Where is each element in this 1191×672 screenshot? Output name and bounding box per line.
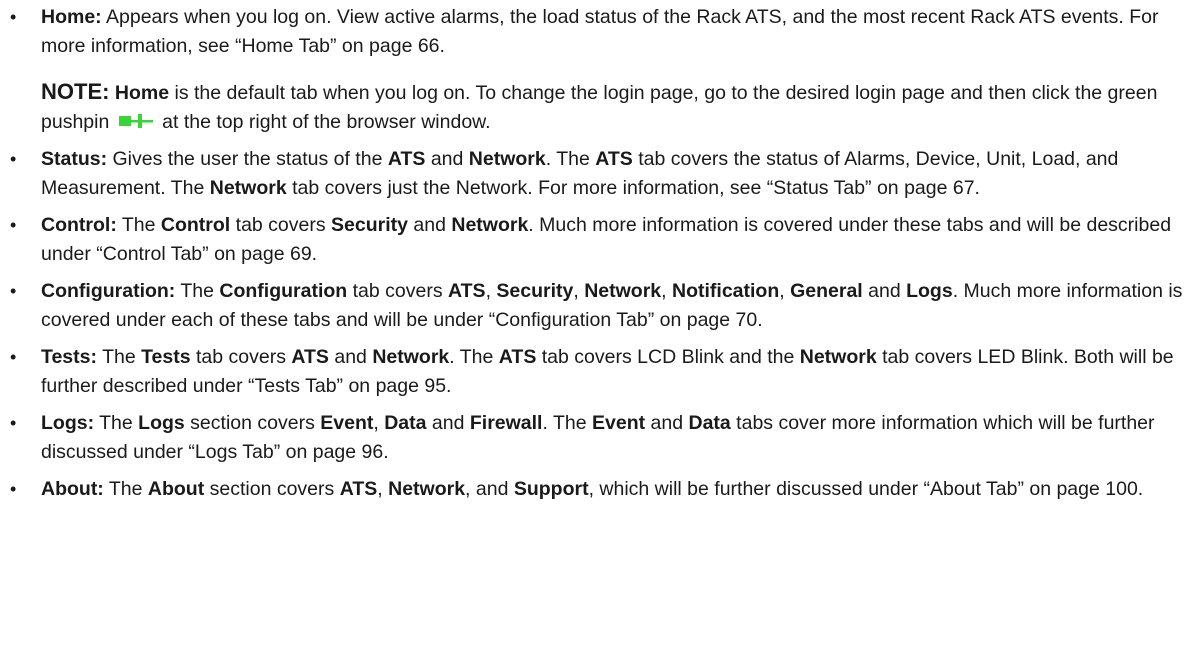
item-text: tab covers bbox=[347, 280, 449, 302]
item-text: and bbox=[426, 412, 470, 434]
item-text: , bbox=[573, 280, 585, 302]
item-bold: Data bbox=[688, 412, 731, 434]
item-bold: About bbox=[147, 478, 205, 500]
item-text: The bbox=[97, 346, 142, 368]
list-item-home: • Home: Appears when you log on. View ac… bbox=[0, 3, 1191, 61]
item-text: section covers bbox=[184, 412, 321, 434]
item-bold: ATS bbox=[291, 346, 329, 368]
item-label-control: Control: bbox=[41, 214, 117, 236]
item-bold: Event bbox=[592, 412, 646, 434]
list-item-control: • Control: The Control tab covers Securi… bbox=[0, 211, 1191, 269]
item-bold: Configuration bbox=[219, 280, 348, 302]
item-text: , bbox=[661, 280, 672, 302]
item-label-about: About: bbox=[41, 478, 104, 500]
item-label-tests: Tests: bbox=[41, 346, 97, 368]
item-text: , and bbox=[465, 478, 514, 500]
item-text: and bbox=[407, 214, 452, 236]
item-bold: Control bbox=[160, 214, 231, 236]
bullet: • bbox=[10, 149, 17, 169]
item-bold: Notification bbox=[672, 280, 780, 302]
item-text: and bbox=[645, 412, 689, 434]
item-bold: Network bbox=[584, 280, 662, 302]
note-block: NOTE: Home is the default tab when you l… bbox=[0, 77, 1191, 137]
document-body: • Home: Appears when you log on. View ac… bbox=[0, 0, 1191, 504]
bullet: • bbox=[10, 479, 17, 499]
list-item-logs: • Logs: The Logs section covers Event, D… bbox=[0, 409, 1191, 467]
item-bold: Security bbox=[496, 280, 574, 302]
item-label-home: Home: bbox=[41, 6, 102, 28]
item-text: , bbox=[373, 412, 385, 434]
item-text: , bbox=[485, 280, 497, 302]
item-text: , which will be further discussed under … bbox=[588, 478, 1144, 500]
item-bold: Firewall bbox=[469, 412, 543, 434]
item-bold: Tests bbox=[141, 346, 191, 368]
note-home-label: Home bbox=[114, 82, 170, 104]
item-bold: ATS bbox=[387, 148, 426, 170]
item-text: and bbox=[328, 346, 373, 368]
item-bold: General bbox=[790, 280, 863, 302]
note-heading: NOTE: bbox=[41, 79, 110, 104]
pushpin-icon bbox=[118, 113, 153, 128]
note-text-2: at the top right of the browser window. bbox=[162, 111, 491, 133]
bullet: • bbox=[10, 347, 17, 367]
item-text: tab covers bbox=[230, 214, 332, 236]
item-text: The bbox=[94, 412, 139, 434]
item-text: The bbox=[175, 280, 220, 302]
list-item-configuration: • Configuration: The Configuration tab c… bbox=[0, 277, 1191, 335]
item-bold: Network bbox=[388, 478, 466, 500]
item-bold: Data bbox=[384, 412, 427, 434]
item-bold: ATS bbox=[498, 346, 537, 368]
item-text: The bbox=[103, 478, 148, 500]
item-bold: Security bbox=[331, 214, 408, 236]
item-label-status: Status: bbox=[41, 148, 108, 170]
item-bold: Network bbox=[799, 346, 877, 368]
item-text: , bbox=[377, 478, 389, 500]
item-bold: Network bbox=[372, 346, 450, 368]
item-text: , bbox=[779, 280, 791, 302]
item-text-home: Appears when you log on. View active ala… bbox=[41, 6, 1159, 57]
list-item-status: • Status: Gives the user the status of t… bbox=[0, 145, 1191, 203]
item-text: and bbox=[862, 280, 907, 302]
item-label-logs: Logs: bbox=[41, 412, 95, 434]
item-bold: ATS bbox=[339, 478, 378, 500]
item-text: section covers bbox=[204, 478, 340, 500]
bullet: • bbox=[10, 413, 17, 433]
item-text: tab covers bbox=[190, 346, 292, 368]
item-label-configuration: Configuration: bbox=[41, 280, 176, 302]
item-bold: ATS bbox=[595, 148, 633, 170]
item-bold: Logs bbox=[906, 280, 953, 302]
item-bold: ATS bbox=[448, 280, 486, 302]
item-bold: Network bbox=[209, 177, 287, 199]
item-text: . The bbox=[542, 412, 592, 434]
item-text: . The bbox=[545, 148, 596, 170]
item-text: and bbox=[425, 148, 469, 170]
bullet: • bbox=[10, 215, 17, 235]
list-item-tests: • Tests: The Tests tab covers ATS and Ne… bbox=[0, 343, 1191, 401]
bullet: • bbox=[10, 7, 17, 27]
item-bold: Network bbox=[451, 214, 529, 236]
list-item-about: • About: The About section covers ATS, N… bbox=[0, 475, 1191, 504]
item-bold: Network bbox=[468, 148, 546, 170]
item-bold: Logs bbox=[138, 412, 185, 434]
item-bold: Support bbox=[513, 478, 589, 500]
item-text: The bbox=[116, 214, 161, 236]
bullet: • bbox=[10, 281, 17, 301]
item-text: Gives the user the status of the bbox=[112, 148, 388, 170]
item-text: . The bbox=[449, 346, 499, 368]
item-text: tab covers LCD Blink and the bbox=[536, 346, 800, 368]
item-text: tab covers just the Network. For more in… bbox=[286, 177, 980, 199]
item-bold: Event bbox=[320, 412, 374, 434]
